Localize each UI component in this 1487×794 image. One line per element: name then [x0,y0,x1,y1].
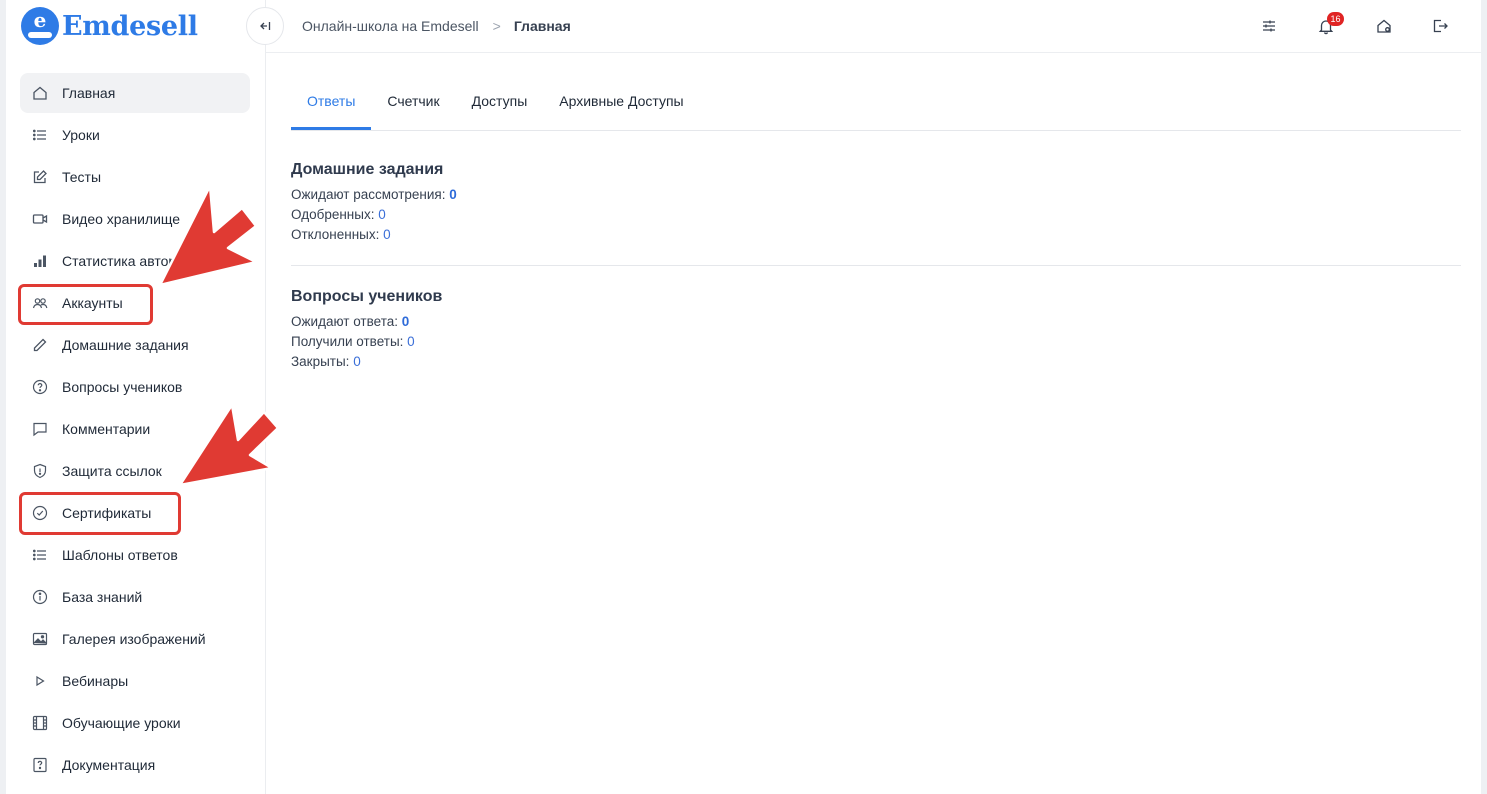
logo-mark-icon: e [21,7,59,45]
comment-icon [32,421,48,437]
sidebar-item-student-questions[interactable]: Вопросы учеников [20,367,250,407]
video-icon [32,211,48,227]
stat-label: Ожидают рассмотрения: [291,187,446,202]
questions-title: Вопросы учеников [291,288,443,305]
sidebar-item-knowledge-base[interactable]: База знаний [20,577,250,617]
sidebar-item-label: Галерея изображений [62,631,206,647]
right-scroll-edge [1481,0,1487,794]
stat-label: Получили ответы: [291,334,404,349]
homework-rejected: Отклоненных: 0 [291,225,1461,245]
tab-archived-accesses[interactable]: Архивные Доступы [543,72,699,130]
sidebar-item-label: Документация [62,757,156,773]
tab-counter[interactable]: Счетчик [371,72,455,130]
collapse-sidebar-button[interactable] [246,7,284,45]
tab-bar: Ответы Счетчик Доступы Архивные Доступы [291,72,1461,131]
questions-section: Вопросы учеников Ожидают ответа: 0 Получ… [291,266,1461,372]
stat-value[interactable]: 0 [407,334,415,349]
sidebar: e Emdesell Главная Уроки Тесты Видео хра… [6,0,266,794]
collapse-left-icon [260,22,271,30]
pencil-icon [32,337,48,353]
question-icon [32,379,48,395]
sidebar-item-homework[interactable]: Домашние задания [20,325,250,365]
home-icon [32,85,48,101]
stat-value[interactable]: 0 [449,187,457,202]
sidebar-item-label: Домашние задания [62,337,189,353]
sidebar-item-label: Комментарии [62,421,151,437]
sidebar-item-author-stats[interactable]: Статистика авторов [20,241,250,281]
sidebar-item-tutorials[interactable]: Обучающие уроки [20,703,250,743]
list-icon [32,547,48,563]
homework-pending: Ожидают рассмотрения: 0 [291,185,1461,205]
sidebar-item-comments[interactable]: Комментарии [20,409,250,449]
sidebar-item-label: Вебинары [62,673,129,689]
sidebar-nav: Главная Уроки Тесты Видео хранилище Стат… [20,73,250,787]
breadcrumb-school-link[interactable]: Онлайн-школа на Emdesell [302,18,479,34]
main-content: Ответы Счетчик Доступы Архивные Доступы … [291,72,1461,372]
check-circle-icon [32,505,48,521]
settings-sliders-icon[interactable] [1259,16,1279,36]
sidebar-item-webinars[interactable]: Вебинары [20,661,250,701]
stat-label: Отклоненных: [291,227,380,242]
stat-value[interactable]: 0 [378,207,386,222]
logout-icon[interactable] [1430,16,1450,36]
sidebar-item-label: Уроки [62,127,100,143]
brand-logo[interactable]: e Emdesell [20,6,198,46]
stat-value[interactable]: 0 [402,314,410,329]
breadcrumb: Онлайн-школа на Emdesell > Главная [302,0,571,52]
breadcrumb-current: Главная [513,18,571,34]
sidebar-item-documentation[interactable]: Документация [20,745,250,785]
sidebar-item-label: Сертификаты [62,505,152,521]
sidebar-item-answer-templates[interactable]: Шаблоны ответов [20,535,250,575]
questions-waiting: Ожидают ответа: 0 [291,312,1461,332]
stat-label: Закрыты: [291,354,350,369]
homework-approved: Одобренных: 0 [291,205,1461,225]
sidebar-item-video-storage[interactable]: Видео хранилище [20,199,250,239]
list-icon [32,127,48,143]
edit-icon [32,169,48,185]
top-bar: Онлайн-школа на Emdesell > Главная [246,0,1481,53]
sidebar-item-label: Тесты [62,169,102,185]
homework-title: Домашние задания [291,161,444,178]
stat-label: Одобренных: [291,207,375,222]
tab-answers[interactable]: Ответы [291,72,372,130]
questions-closed: Закрыты: 0 [291,352,1461,372]
stat-value[interactable]: 0 [383,227,391,242]
homework-section: Домашние задания Ожидают рассмотрения: 0… [291,131,1461,266]
sidebar-item-label: Защита ссылок [62,463,162,479]
sidebar-item-label: Главная [62,85,116,101]
brand-name: Emdesell [62,10,198,42]
sidebar-item-label: Обучающие уроки [62,715,181,731]
sidebar-item-image-gallery[interactable]: Галерея изображений [20,619,250,659]
sidebar-item-certificates[interactable]: Сертификаты [20,493,250,533]
stat-value[interactable]: 0 [353,354,361,369]
bar-chart-icon [32,253,48,269]
home-settings-icon[interactable] [1374,16,1394,36]
tab-accesses[interactable]: Доступы [456,72,544,130]
sidebar-item-label: Шаблоны ответов [62,547,178,563]
image-icon [32,631,48,647]
chevron-right-icon: > [492,18,501,34]
sidebar-item-accounts[interactable]: Аккаунты [20,283,250,323]
doc-question-icon [32,757,48,773]
play-icon [32,673,48,689]
svg-text:e: e [34,8,47,32]
sidebar-item-label: Видео хранилище [62,211,181,227]
users-icon [32,295,48,311]
sidebar-item-label: Вопросы учеников [62,379,183,395]
sidebar-item-tests[interactable]: Тесты [20,157,250,197]
sidebar-item-label: База знаний [62,589,143,605]
notification-count-badge: 16 [1327,12,1344,26]
sidebar-item-label: Статистика авторов [62,253,192,269]
stat-label: Ожидают ответа: [291,314,398,329]
sidebar-item-label: Аккаунты [62,295,123,311]
sidebar-item-home[interactable]: Главная [20,73,250,113]
shield-icon [32,463,48,479]
sidebar-item-link-protection[interactable]: Защита ссылок [20,451,250,491]
info-icon [32,589,48,605]
film-icon [32,715,48,731]
sidebar-item-lessons[interactable]: Уроки [20,115,250,155]
questions-answered: Получили ответы: 0 [291,332,1461,352]
